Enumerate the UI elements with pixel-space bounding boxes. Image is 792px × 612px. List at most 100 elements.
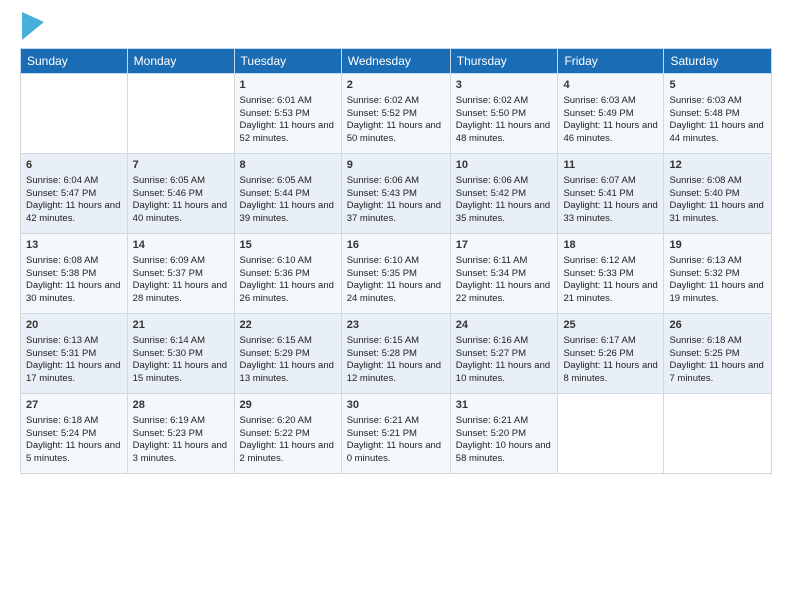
- day-number: 29: [240, 398, 336, 413]
- day-number: 4: [563, 78, 658, 93]
- day-number: 18: [563, 238, 658, 253]
- calendar-cell: 25 Sunrise: 6:17 AM Sunset: 5:26 PM Dayli…: [558, 314, 664, 394]
- day-info: Sunrise: 6:16 AM Sunset: 5:27 PM Dayligh…: [456, 335, 553, 386]
- col-header-tuesday: Tuesday: [234, 49, 341, 74]
- day-info: Sunrise: 6:14 AM Sunset: 5:30 PM Dayligh…: [133, 335, 229, 386]
- calendar-cell: [664, 394, 772, 474]
- day-info: Sunrise: 6:10 AM Sunset: 5:35 PM Dayligh…: [347, 255, 445, 306]
- day-info: Sunrise: 6:08 AM Sunset: 5:40 PM Dayligh…: [669, 175, 766, 226]
- day-number: 26: [669, 318, 766, 333]
- day-info: Sunrise: 6:19 AM Sunset: 5:23 PM Dayligh…: [133, 415, 229, 466]
- day-number: 11: [563, 158, 658, 173]
- day-info: Sunrise: 6:21 AM Sunset: 5:21 PM Dayligh…: [347, 415, 445, 466]
- calendar-cell: 24 Sunrise: 6:16 AM Sunset: 5:27 PM Dayli…: [450, 314, 558, 394]
- day-number: 19: [669, 238, 766, 253]
- day-info: Sunrise: 6:12 AM Sunset: 5:33 PM Dayligh…: [563, 255, 658, 306]
- day-number: 25: [563, 318, 658, 333]
- calendar-cell: 21Sunrise: 6:14 AM Sunset: 5:30 PM Dayli…: [127, 314, 234, 394]
- day-number: 20: [26, 318, 122, 333]
- day-number: 14: [133, 238, 229, 253]
- day-info: Sunrise: 6:03 AM Sunset: 5:49 PM Dayligh…: [563, 95, 658, 146]
- calendar-cell: [21, 74, 128, 154]
- day-info: Sunrise: 6:10 AM Sunset: 5:36 PM Dayligh…: [240, 255, 336, 306]
- day-info: Sunrise: 6:13 AM Sunset: 5:32 PM Dayligh…: [669, 255, 766, 306]
- day-info: Sunrise: 6:05 AM Sunset: 5:44 PM Dayligh…: [240, 175, 336, 226]
- col-header-wednesday: Wednesday: [341, 49, 450, 74]
- day-info: Sunrise: 6:05 AM Sunset: 5:46 PM Dayligh…: [133, 175, 229, 226]
- calendar-cell: [127, 74, 234, 154]
- day-info: Sunrise: 6:01 AM Sunset: 5:53 PM Dayligh…: [240, 95, 336, 146]
- calendar-cell: 30 Sunrise: 6:21 AM Sunset: 5:21 PM Dayli…: [341, 394, 450, 474]
- logo-arrow-icon: [22, 12, 44, 40]
- day-info: Sunrise: 6:07 AM Sunset: 5:41 PM Dayligh…: [563, 175, 658, 226]
- calendar-cell: 28 Sunrise: 6:19 AM Sunset: 5:23 PM Dayli…: [127, 394, 234, 474]
- calendar-cell: 15 Sunrise: 6:10 AM Sunset: 5:36 PM Dayli…: [234, 234, 341, 314]
- calendar-cell: 20 Sunrise: 6:13 AM Sunset: 5:31 PM Dayli…: [21, 314, 128, 394]
- day-number: 1: [240, 78, 336, 93]
- day-number: 28: [133, 398, 229, 413]
- calendar-cell: 14 Sunrise: 6:09 AM Sunset: 5:37 PM Dayli…: [127, 234, 234, 314]
- calendar-cell: 5 Sunrise: 6:03 AM Sunset: 5:48 PM Daylig…: [664, 74, 772, 154]
- day-number: 31: [456, 398, 553, 413]
- day-info: Sunrise: 6:09 AM Sunset: 5:37 PM Dayligh…: [133, 255, 229, 306]
- day-info: Sunrise: 6:03 AM Sunset: 5:48 PM Dayligh…: [669, 95, 766, 146]
- day-info: Sunrise: 6:04 AM Sunset: 5:47 PM Dayligh…: [26, 175, 122, 226]
- day-number: 13: [26, 238, 122, 253]
- col-header-friday: Friday: [558, 49, 664, 74]
- calendar-cell: 18 Sunrise: 6:12 AM Sunset: 5:33 PM Dayli…: [558, 234, 664, 314]
- day-info: Sunrise: 6:21 AM Sunset: 5:20 PM Dayligh…: [456, 415, 553, 466]
- day-number: 30: [347, 398, 445, 413]
- day-number: 6: [26, 158, 122, 173]
- col-header-thursday: Thursday: [450, 49, 558, 74]
- calendar-cell: 19 Sunrise: 6:13 AM Sunset: 5:32 PM Dayli…: [664, 234, 772, 314]
- calendar-cell: 23Sunrise: 6:15 AM Sunset: 5:28 PM Dayli…: [341, 314, 450, 394]
- calendar-table: SundayMondayTuesdayWednesdayThursdayFrid…: [20, 48, 772, 474]
- day-number: 24: [456, 318, 553, 333]
- day-number: 3: [456, 78, 553, 93]
- calendar-cell: 27 Sunrise: 6:18 AM Sunset: 5:24 PM Dayli…: [21, 394, 128, 474]
- logo: [20, 16, 44, 40]
- day-info: Sunrise: 6:15 AM Sunset: 5:29 PM Dayligh…: [240, 335, 336, 386]
- day-number: 5: [669, 78, 766, 93]
- calendar-cell: [558, 394, 664, 474]
- calendar-cell: 6 Sunrise: 6:04 AM Sunset: 5:47 PM Daylig…: [21, 154, 128, 234]
- day-number: 17: [456, 238, 553, 253]
- calendar-cell: 16 Sunrise: 6:10 AM Sunset: 5:35 PM Dayli…: [341, 234, 450, 314]
- calendar-cell: 8 Sunrise: 6:05 AM Sunset: 5:44 PM Daylig…: [234, 154, 341, 234]
- calendar-cell: 9 Sunrise: 6:06 AM Sunset: 5:43 PM Daylig…: [341, 154, 450, 234]
- day-number: 23: [347, 318, 445, 333]
- day-info: Sunrise: 6:06 AM Sunset: 5:43 PM Dayligh…: [347, 175, 445, 226]
- day-info: Sunrise: 6:18 AM Sunset: 5:24 PM Dayligh…: [26, 415, 122, 466]
- calendar-cell: 17 Sunrise: 6:11 AM Sunset: 5:34 PM Dayli…: [450, 234, 558, 314]
- day-number: 15: [240, 238, 336, 253]
- day-number: 9: [347, 158, 445, 173]
- day-info: Sunrise: 6:13 AM Sunset: 5:31 PM Dayligh…: [26, 335, 122, 386]
- day-info: Sunrise: 6:02 AM Sunset: 5:50 PM Dayligh…: [456, 95, 553, 146]
- day-info: Sunrise: 6:11 AM Sunset: 5:34 PM Dayligh…: [456, 255, 553, 306]
- day-number: 2: [347, 78, 445, 93]
- calendar-cell: 29Sunrise: 6:20 AM Sunset: 5:22 PM Dayli…: [234, 394, 341, 474]
- day-number: 10: [456, 158, 553, 173]
- day-info: Sunrise: 6:18 AM Sunset: 5:25 PM Dayligh…: [669, 335, 766, 386]
- calendar-cell: 22 Sunrise: 6:15 AM Sunset: 5:29 PM Dayli…: [234, 314, 341, 394]
- day-number: 16: [347, 238, 445, 253]
- calendar-cell: 10Sunrise: 6:06 AM Sunset: 5:42 PM Dayli…: [450, 154, 558, 234]
- calendar-cell: 26 Sunrise: 6:18 AM Sunset: 5:25 PM Dayli…: [664, 314, 772, 394]
- calendar-cell: 4 Sunrise: 6:03 AM Sunset: 5:49 PM Daylig…: [558, 74, 664, 154]
- day-number: 7: [133, 158, 229, 173]
- calendar-cell: 12 Sunrise: 6:08 AM Sunset: 5:40 PM Dayli…: [664, 154, 772, 234]
- calendar-cell: 3 Sunrise: 6:02 AM Sunset: 5:50 PM Daylig…: [450, 74, 558, 154]
- day-number: 22: [240, 318, 336, 333]
- day-number: 8: [240, 158, 336, 173]
- calendar-cell: 2Sunrise: 6:02 AM Sunset: 5:52 PM Daylig…: [341, 74, 450, 154]
- calendar-cell: 31 Sunrise: 6:21 AM Sunset: 5:20 PM Dayli…: [450, 394, 558, 474]
- day-number: 12: [669, 158, 766, 173]
- day-number: 27: [26, 398, 122, 413]
- day-info: Sunrise: 6:17 AM Sunset: 5:26 PM Dayligh…: [563, 335, 658, 386]
- col-header-sunday: Sunday: [21, 49, 128, 74]
- col-header-monday: Monday: [127, 49, 234, 74]
- calendar-cell: 11 Sunrise: 6:07 AM Sunset: 5:41 PM Dayli…: [558, 154, 664, 234]
- page-header: [20, 16, 772, 40]
- col-header-saturday: Saturday: [664, 49, 772, 74]
- calendar-cell: 13Sunrise: 6:08 AM Sunset: 5:38 PM Dayli…: [21, 234, 128, 314]
